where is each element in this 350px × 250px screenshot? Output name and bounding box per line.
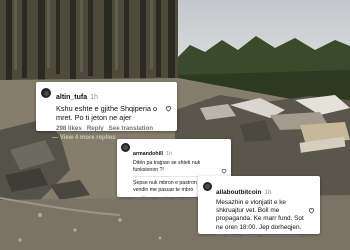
comment-age: 1h [264, 189, 272, 196]
reply-button[interactable]: Reply [157, 196, 170, 201]
view-replies-link[interactable]: — View 4 more replies [52, 135, 116, 141]
comment-text: Mesazhin e vlonjatit e ke shkruajtur vet… [216, 199, 304, 231]
heart-icon[interactable] [165, 105, 172, 112]
comment-username[interactable]: allaboutbitcoin [216, 189, 261, 196]
avatar[interactable] [41, 88, 51, 98]
comment-text: Kshu eshte e gjithe Shqiperia o mret. Po… [56, 104, 158, 123]
avatar[interactable] [121, 143, 130, 152]
heart-icon[interactable] [308, 207, 315, 214]
comment-text: Ditën pa trajpan se shteti nuk funksiono… [133, 160, 201, 173]
reply-button[interactable]: Reply [87, 125, 104, 132]
comment-actions: 291 likes Reply See translation [216, 234, 308, 240]
comment-age: 1h [90, 94, 98, 101]
likes-count[interactable]: 298 likes [56, 125, 82, 132]
see-translation-link[interactable]: See translation [263, 234, 301, 240]
comment-card: allaboutbitcoin 1h Mesazhin e vlonjatit e… [198, 176, 320, 240]
comment-username[interactable]: armandohill [133, 151, 163, 157]
see-translation-link[interactable]: See translation [109, 125, 153, 132]
heart-icon[interactable] [221, 168, 227, 174]
comment-actions: 298 likes Reply See translation [56, 125, 165, 132]
likes-count[interactable]: 154 likes [133, 196, 152, 201]
comment-age: 1h [166, 151, 172, 157]
reply-button[interactable]: Reply [243, 234, 257, 240]
comment-username[interactable]: altin_tufa [56, 94, 87, 101]
comment-body: allaboutbitcoin 1h Mesazhin e vlonjatit e… [216, 181, 308, 240]
likes-count[interactable]: 291 likes [216, 234, 238, 240]
comment-card: altin_tufa 1h Kshu eshte e gjithe Shqiper… [36, 82, 177, 132]
avatar[interactable] [203, 182, 212, 191]
comment-body: altin_tufa 1h Kshu eshte e gjithe Shqiper… [56, 86, 165, 132]
